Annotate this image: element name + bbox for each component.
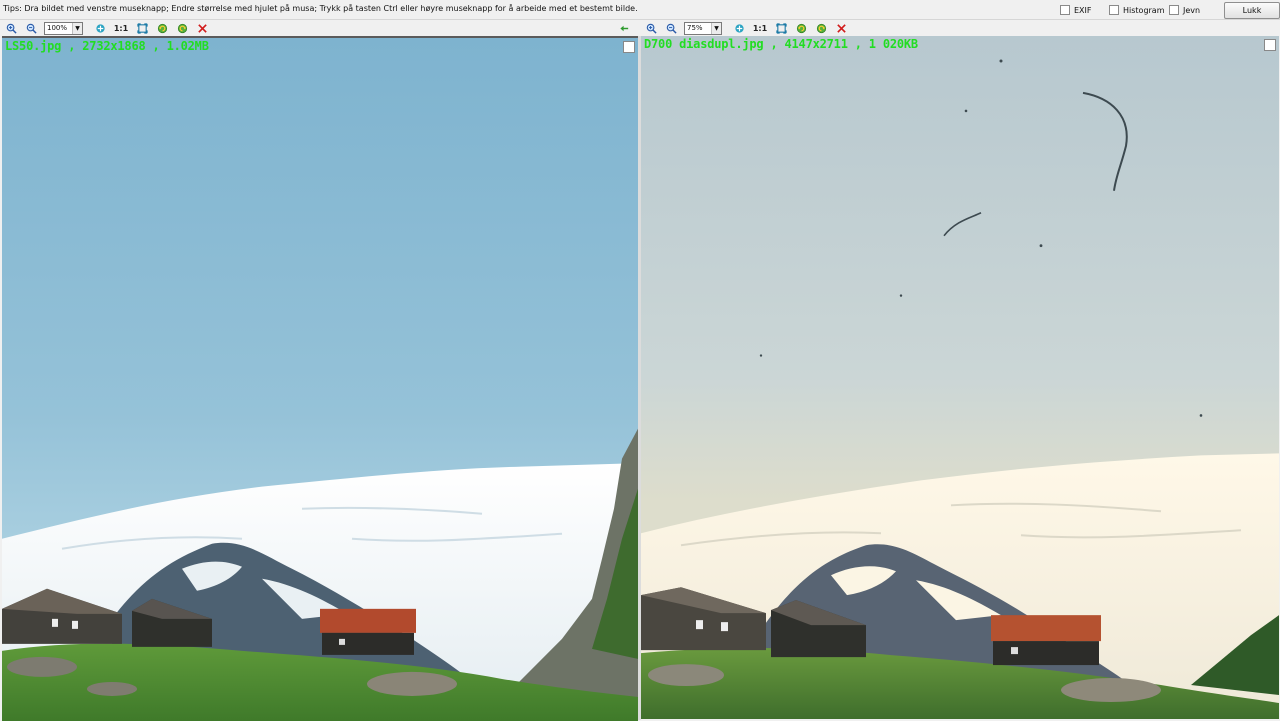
zoom-value: 100% [47,24,68,32]
zoom-select[interactable]: 100% ▼ [44,21,83,35]
zoom-out-icon[interactable] [663,21,679,35]
histogram-checkbox[interactable]: Histogram [1109,5,1165,15]
exif-label: EXIF [1074,5,1092,15]
exif-checkbox[interactable]: EXIF [1060,5,1092,15]
left-image-pane[interactable]: LS50.jpg , 2732x1868 , 1.02MB [2,36,638,721]
chevron-down-icon[interactable]: ▼ [72,22,82,34]
image-caption: D700 diasdupl.jpg , 4147x2711 , 1 020KB [644,37,918,51]
histogram-checkbox-box[interactable] [1109,5,1119,15]
image-caption: LS50.jpg , 2732x1868 , 1.02MB [5,39,209,53]
jevn-label: Jevn [1183,5,1201,15]
tips-text: Tips: Dra bildet med venstre museknapp; … [3,4,638,13]
select-image-checkbox[interactable] [1264,39,1276,51]
left-toolbar: 100% ▼ 1:1 [0,20,638,36]
right-image-pane[interactable]: D700 diasdupl.jpg , 4147x2711 , 1 020KB [641,36,1279,719]
rotate-left-icon[interactable] [154,21,170,35]
full-screen-icon[interactable] [773,21,789,35]
zoom-in-icon[interactable] [3,21,19,35]
rotate-left-icon[interactable] [793,21,809,35]
full-screen-icon[interactable] [134,21,150,35]
left-photo[interactable] [2,38,638,721]
tips-bar: Tips: Dra bildet med venstre museknapp; … [0,0,1280,20]
back-arrow-icon[interactable] [616,21,632,35]
jevn-checkbox[interactable]: Jevn [1169,5,1200,15]
zoom-out-icon[interactable] [23,21,39,35]
fit-icon[interactable] [92,21,108,35]
one-to-one-button[interactable]: 1:1 [112,24,130,33]
right-photo[interactable] [641,36,1279,719]
zoom-select[interactable]: 75% ▼ [684,21,722,35]
rotate-right-icon[interactable] [174,21,190,35]
close-image-icon[interactable] [194,21,210,35]
fit-icon[interactable] [731,21,747,35]
right-toolbar: 75% ▼ 1:1 [640,20,1280,36]
one-to-one-button[interactable]: 1:1 [751,24,769,33]
select-image-checkbox[interactable] [623,41,635,53]
rotate-right-icon[interactable] [813,21,829,35]
zoom-in-icon[interactable] [643,21,659,35]
zoom-value: 75% [687,24,703,32]
exif-checkbox-box[interactable] [1060,5,1070,15]
close-button[interactable]: Lukk [1224,2,1280,19]
histogram-label: Histogram [1123,5,1165,15]
close-image-icon[interactable] [833,21,849,35]
jevn-checkbox-box[interactable] [1169,5,1179,15]
chevron-down-icon[interactable]: ▼ [711,22,721,34]
